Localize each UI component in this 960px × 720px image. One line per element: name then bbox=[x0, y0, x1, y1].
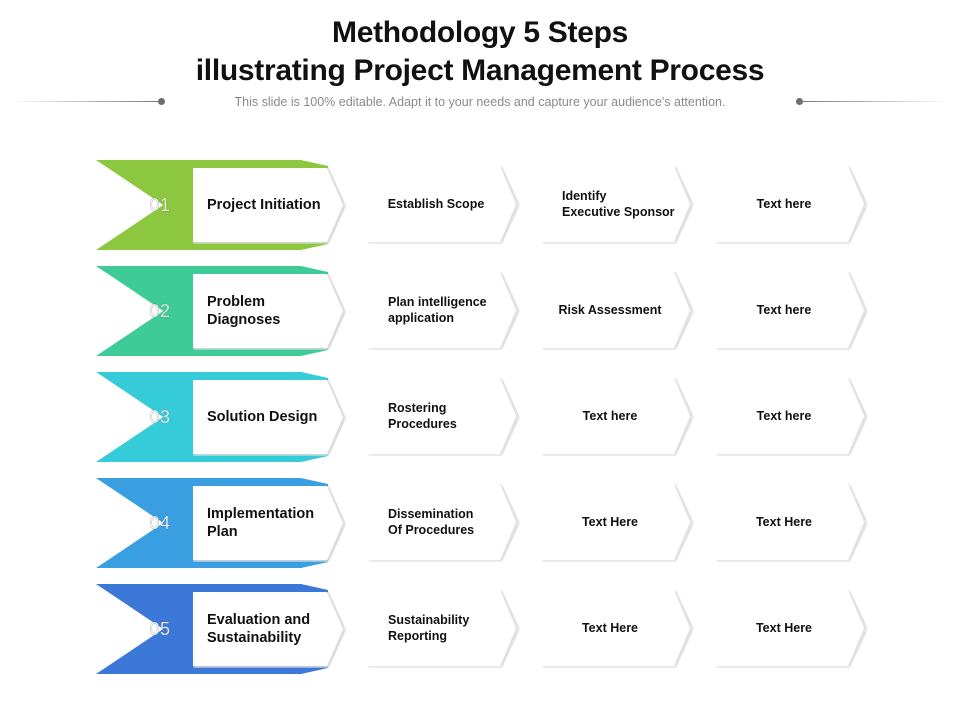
step-label-text: Text Here bbox=[581, 515, 639, 529]
step-label-text: Identify Executive Sponsor bbox=[562, 189, 675, 219]
step-label-text: Rostering Procedures bbox=[388, 401, 457, 431]
step-label: Text Here bbox=[720, 484, 848, 560]
process-row-2: 02 Problem Diagnoses Plan intelligence app… bbox=[96, 266, 876, 356]
step-number: 03 bbox=[149, 407, 171, 427]
step-label: Risk Assessment bbox=[546, 272, 674, 348]
step-label-text: Text here bbox=[582, 409, 638, 423]
phase-title: Evaluation and Sustainability bbox=[207, 592, 337, 666]
page-title: Methodology 5 Steps illustrating Project… bbox=[0, 14, 960, 90]
title-line-2: illustrating Project Management Process bbox=[195, 54, 765, 87]
step-number: 02 bbox=[149, 301, 171, 321]
title-line-1: Methodology 5 Steps bbox=[332, 16, 628, 49]
process-row-5: 05 Evaluation and Sustainability Sustainab… bbox=[96, 584, 876, 674]
step-label-text: Risk Assessment bbox=[558, 303, 662, 317]
step-number: 01 bbox=[149, 195, 171, 215]
step-label: Text Here bbox=[546, 484, 674, 560]
step-label-text: Text here bbox=[756, 197, 812, 211]
step-number: 05 bbox=[149, 619, 171, 639]
process-row-3: 03 Solution Design Rostering Procedures Tex… bbox=[96, 372, 876, 462]
step-label: Text Here bbox=[720, 590, 848, 666]
step-label-text: Text here bbox=[756, 409, 812, 423]
subtitle-row: This slide is 100% editable. Adapt it to… bbox=[0, 93, 960, 111]
step-label-text: Text Here bbox=[581, 621, 639, 635]
step-label-text: Text Here bbox=[755, 515, 813, 529]
step-label: Text here bbox=[720, 272, 848, 348]
step-label-text: Establish Scope bbox=[387, 197, 485, 211]
step-label: Text Here bbox=[546, 590, 674, 666]
phase-title: Problem Diagnoses bbox=[207, 274, 337, 348]
phase-title: Project Initiation bbox=[207, 168, 337, 242]
step-label: Sustainability Reporting bbox=[388, 590, 516, 666]
step-label: Establish Scope bbox=[372, 166, 500, 242]
step-label-text: Text Here bbox=[755, 621, 813, 635]
step-label-text: Text here bbox=[756, 303, 812, 317]
step-label: Text here bbox=[720, 378, 848, 454]
step-label: Rostering Procedures bbox=[388, 378, 516, 454]
step-number: 04 bbox=[149, 513, 171, 533]
phase-title-text: Project Initiation bbox=[207, 197, 321, 213]
subtitle: This slide is 100% editable. Adapt it to… bbox=[234, 95, 726, 109]
phase-title-text: Implementation Plan bbox=[207, 506, 315, 540]
step-label: Dissemination Of Procedures bbox=[388, 484, 516, 560]
divider-right bbox=[798, 101, 950, 102]
phase-title-text: Problem Diagnoses bbox=[207, 294, 281, 328]
process-row-4: 04 Implementation Plan Dissemination Of Pr… bbox=[96, 478, 876, 568]
phase-title: Implementation Plan bbox=[207, 486, 337, 560]
step-label: Identify Executive Sponsor bbox=[562, 166, 690, 242]
step-label-text: Plan intelligence application bbox=[388, 295, 487, 325]
step-label: Plan intelligence application bbox=[388, 272, 516, 348]
step-label-text: Dissemination Of Procedures bbox=[388, 507, 475, 537]
phase-title: Solution Design bbox=[207, 380, 337, 454]
step-label: Text here bbox=[546, 378, 674, 454]
step-label-text: Sustainability Reporting bbox=[388, 613, 470, 643]
step-label: Text here bbox=[720, 166, 848, 242]
process-row-1: 01 Project Initiation Establish Scope Ident… bbox=[96, 160, 876, 250]
phase-title-text: Solution Design bbox=[207, 409, 318, 425]
phase-title-text: Evaluation and Sustainability bbox=[207, 612, 311, 646]
